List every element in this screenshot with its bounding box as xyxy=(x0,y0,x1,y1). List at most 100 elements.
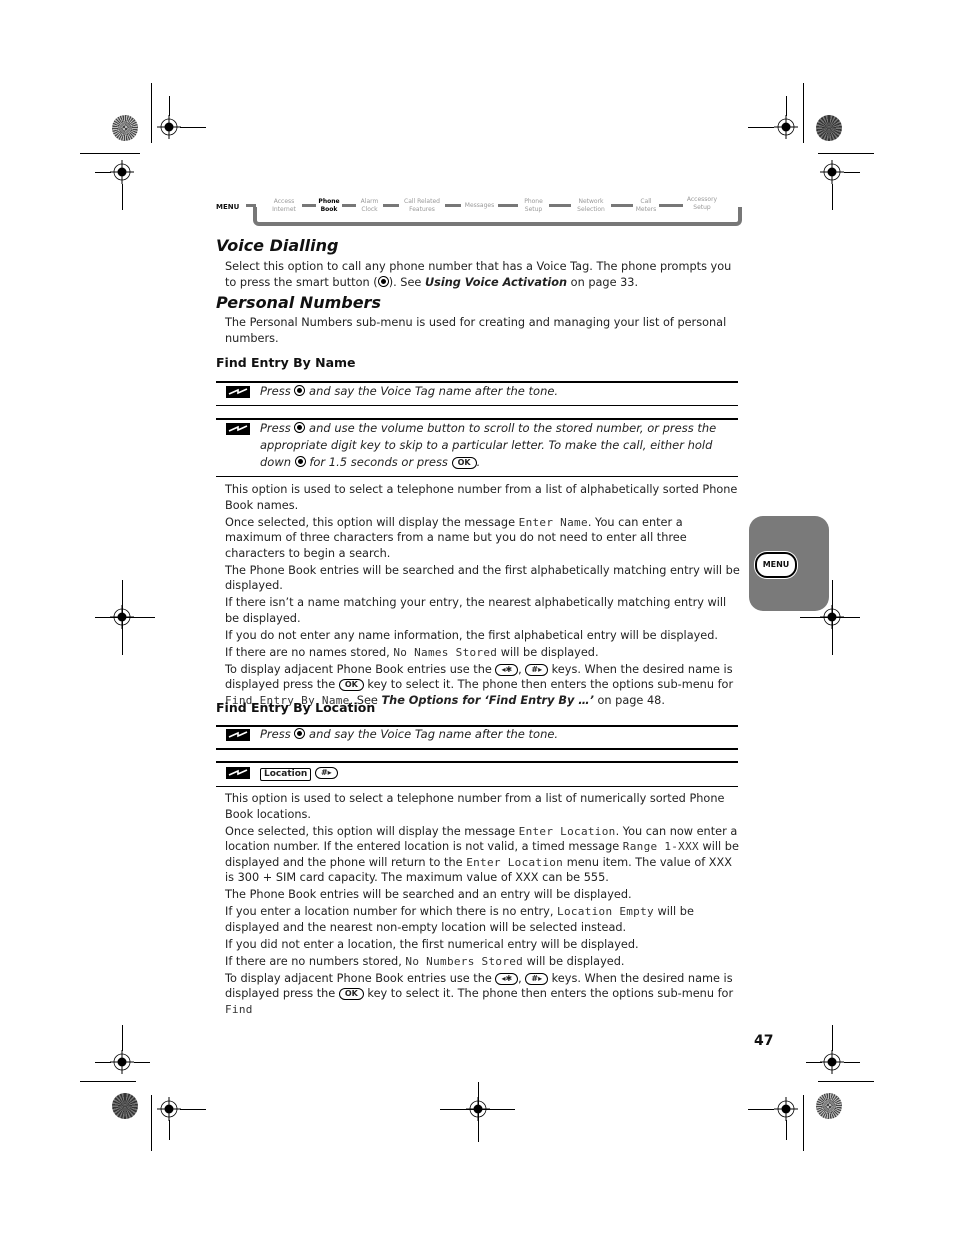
smart-button-icon xyxy=(294,385,306,396)
crop-line xyxy=(169,1120,170,1140)
menu-connector xyxy=(445,204,461,207)
nav-item-alarm-clock: Alarm Clock xyxy=(360,198,379,213)
registration-mark-icon xyxy=(110,1050,134,1074)
crop-line xyxy=(80,153,140,154)
nav-item-access-internet: Access Internet xyxy=(272,198,296,213)
crop-line xyxy=(151,83,152,143)
heading-find-entry-by-name: Find Entry By Name xyxy=(216,355,356,370)
nav-item-phone-setup: Phone Setup xyxy=(524,198,543,213)
menu-connector xyxy=(549,204,571,207)
personal-numbers-text: The Personal Numbers sub-menu is used fo… xyxy=(225,316,727,345)
shortcut-icon xyxy=(226,423,250,435)
color-wheel-icon xyxy=(112,1093,138,1119)
divider xyxy=(216,476,738,477)
divider xyxy=(216,748,738,750)
side-tab-menu: MENU xyxy=(749,516,829,611)
link-options-find-entry-by[interactable]: The Options for ‘Find Entry By …’ xyxy=(381,694,593,707)
location-softkey-icon: Location xyxy=(260,768,312,781)
smart-button-icon xyxy=(294,422,306,433)
lcd-text: No Names Stored xyxy=(393,645,498,659)
nav-item-messages: Messages xyxy=(464,202,495,209)
find-by-location-description: This option is used to select a telephon… xyxy=(225,792,739,1016)
lcd-text: Find xyxy=(225,1002,253,1016)
smart-button-icon xyxy=(377,275,389,287)
menu-connector xyxy=(302,204,316,207)
registration-mark-icon xyxy=(110,160,134,184)
crop-line xyxy=(832,580,833,655)
shortcut-icon xyxy=(226,729,250,741)
nav-item-phone-book: Phone Book xyxy=(318,198,340,213)
lcd-text: Enter Location xyxy=(466,855,564,869)
crop-line xyxy=(748,127,774,128)
menu-button-icon: MENU xyxy=(755,552,797,578)
crop-line xyxy=(95,1062,111,1063)
smart-button-icon xyxy=(294,456,306,467)
menu-connector xyxy=(498,204,518,207)
tip-location-keys: Location #▸ xyxy=(260,764,738,781)
menu-connector xyxy=(383,204,399,207)
crop-line xyxy=(122,580,123,655)
shortcut-icon xyxy=(226,767,250,779)
color-wheel-icon xyxy=(816,1093,842,1119)
crop-line xyxy=(803,83,804,143)
hash-right-key-icon: #▸ xyxy=(525,972,549,985)
divider xyxy=(216,786,738,787)
link-using-voice-activation[interactable]: Using Voice Activation xyxy=(425,276,567,289)
ok-key-icon: OK xyxy=(338,988,364,1000)
hash-right-key-icon: #▸ xyxy=(525,663,549,676)
star-left-key-icon: ◂✱ xyxy=(495,663,519,676)
crop-line xyxy=(818,1081,874,1082)
tip-scroll-stored-number: Press and use the volume button to scrol… xyxy=(260,421,717,469)
crop-line xyxy=(832,1025,833,1051)
divider xyxy=(216,405,738,406)
crop-line xyxy=(800,617,860,618)
registration-mark-icon xyxy=(820,1050,844,1074)
menu-connector xyxy=(246,204,256,207)
menu-navigation-strip: MENU Access Internet Phone Book Alarm Clock… xyxy=(216,196,742,228)
shortcut-icon xyxy=(226,386,250,398)
heading-personal-numbers: Personal Numbers xyxy=(216,293,381,312)
find-by-name-description: This option is used to select a telephon… xyxy=(225,483,740,707)
lcd-text: Location Empty xyxy=(557,905,654,918)
registration-mark-icon xyxy=(820,160,844,184)
crop-line xyxy=(478,1082,479,1142)
lcd-text: Range 1-XXX xyxy=(622,840,699,853)
crop-line xyxy=(786,1120,787,1140)
crop-line xyxy=(818,153,874,154)
smart-button-icon xyxy=(294,728,306,739)
registration-mark-icon xyxy=(157,1097,181,1121)
registration-mark-icon xyxy=(774,1097,798,1121)
tip-voice-tag-location: Press and say the Voice Tag name after t… xyxy=(260,727,559,741)
star-left-key-icon: ◂✱ xyxy=(495,972,519,985)
crop-line xyxy=(134,1062,150,1063)
crop-line xyxy=(180,1109,206,1110)
crop-line xyxy=(844,172,860,173)
lcd-text: No Numbers Stored xyxy=(405,954,524,968)
color-wheel-icon xyxy=(816,115,842,141)
crop-line xyxy=(786,96,787,116)
crop-line xyxy=(122,1025,123,1051)
menu-connector xyxy=(342,204,356,207)
color-wheel-icon xyxy=(112,115,138,141)
nav-item-call-meters: Call Meters xyxy=(635,198,657,213)
divider xyxy=(216,761,738,763)
tip-voice-tag-name: Press and say the Voice Tag name after t… xyxy=(260,384,559,398)
crop-line xyxy=(151,1095,152,1151)
nav-item-network-selection: Network Selection xyxy=(577,198,605,213)
crop-line xyxy=(80,1081,136,1082)
nav-item-accessory-setup: Accessory Setup xyxy=(686,196,718,211)
ok-key-icon: OK xyxy=(451,457,477,469)
crop-line xyxy=(180,127,206,128)
crop-line xyxy=(122,184,123,210)
voice-dialling-text: Select this option to call any phone num… xyxy=(225,260,732,289)
crop-line xyxy=(844,1062,860,1063)
lcd-text: Enter Name xyxy=(518,515,588,529)
crop-line xyxy=(803,1095,804,1151)
page-number: 47 xyxy=(754,1033,774,1049)
crop-line xyxy=(95,172,111,173)
menu-label: MENU xyxy=(216,203,240,211)
menu-connector xyxy=(659,204,683,207)
hash-right-key-icon: #▸ xyxy=(314,767,338,779)
lcd-text: Enter Location xyxy=(518,824,616,838)
ok-key-icon: OK xyxy=(338,679,364,691)
